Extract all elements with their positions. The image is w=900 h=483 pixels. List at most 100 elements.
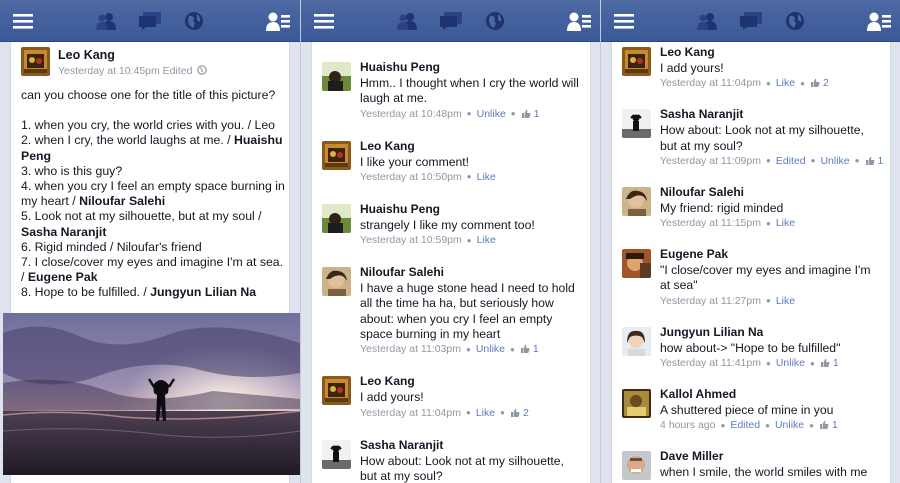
thumbs-up-icon [520, 344, 530, 354]
like-count[interactable]: 1 [820, 357, 839, 369]
commenter-name[interactable]: Leo Kang [660, 45, 715, 59]
separator-dot: ● [800, 78, 805, 88]
like-count[interactable]: 1 [520, 343, 539, 355]
like-count[interactable]: 1 [819, 419, 838, 431]
commenter-avatar[interactable] [322, 267, 351, 296]
like-button[interactable]: Unlike [476, 343, 505, 355]
like-count[interactable]: 2 [510, 407, 529, 419]
commenter-name[interactable]: Jungyun Lilian Na [660, 325, 763, 339]
separator-dot: ● [765, 420, 770, 430]
like-count-value: 1 [831, 419, 838, 432]
commenter-name[interactable]: Dave Miller [660, 449, 723, 463]
notifications-globe-icon[interactable] [481, 0, 509, 42]
commenter-avatar[interactable] [322, 62, 351, 91]
friend-requests-icon[interactable] [393, 0, 421, 42]
commenter-avatar[interactable] [322, 376, 351, 405]
notifications-globe-icon[interactable] [781, 0, 809, 42]
comment-meta: Yesterday at 11:15pm ● Like [660, 217, 795, 229]
post-line: 2. when I cry, the world laughs at me. /… [21, 133, 286, 163]
edited-link[interactable]: Edited [776, 155, 806, 167]
thumbs-up-icon [865, 156, 875, 166]
separator-dot: ● [510, 109, 516, 119]
post-line: 8. Hope to be fulfilled. / Jungyun Lilia… [21, 285, 286, 300]
commenter-avatar[interactable] [622, 327, 651, 356]
commenter-avatar[interactable] [622, 187, 651, 216]
comment-item: Dave Miller when I smile, the world smile… [622, 449, 884, 483]
commenter-name[interactable]: Niloufar Salehi [360, 265, 444, 279]
post-meta-text: Yesterday at 10:45pm Edited [58, 65, 193, 77]
post-line-text: 2. when I cry, the world laughs at me. / [21, 133, 235, 148]
like-button[interactable]: Like [776, 77, 795, 89]
comment-meta: Yesterday at 11:09pm ● Edited ● Unlike ● 1 [660, 155, 883, 167]
friend-list-icon[interactable] [563, 0, 595, 42]
edited-link[interactable]: Edited [730, 419, 760, 431]
commenter-name[interactable]: Niloufar Salehi [660, 185, 744, 199]
commenter-avatar[interactable] [622, 249, 651, 278]
like-count[interactable]: 2 [810, 77, 829, 89]
commenter-name[interactable]: Sasha Naranjit [360, 438, 443, 452]
like-button[interactable]: Like [776, 217, 795, 229]
post-header: Leo Kang Yesterday at 10:45pm Edited [21, 46, 281, 86]
commenter-name[interactable]: Leo Kang [360, 374, 415, 388]
commenter-avatar[interactable] [622, 47, 651, 76]
tagged-name[interactable]: Jungyun Lilian Na [150, 285, 256, 299]
separator-dot: ● [720, 420, 726, 430]
comment-text: My friend: rigid minded [660, 200, 784, 215]
like-count[interactable]: 1 [521, 108, 539, 120]
post-line: 3. who is this guy? [21, 164, 286, 179]
like-button[interactable]: Like [477, 171, 496, 183]
menu-icon[interactable] [309, 0, 339, 42]
post-line: 5. Look not at my silhouette, but at my … [21, 209, 286, 239]
comment-timestamp: Yesterday at 11:03pm [360, 343, 461, 356]
like-button[interactable]: Like [477, 234, 496, 246]
commenter-name[interactable]: Leo Kang [360, 139, 415, 153]
post-line: 4. when you cry I feel an empty space bu… [21, 179, 286, 209]
like-count-value: 1 [877, 154, 884, 167]
commenter-avatar[interactable] [322, 204, 351, 233]
comment-timestamp: Yesterday at 10:59pm [360, 234, 462, 247]
like-button[interactable]: Unlike [477, 108, 506, 120]
menu-icon[interactable] [8, 0, 38, 42]
like-button[interactable]: Like [776, 295, 795, 307]
tagged-name[interactable]: Sasha Naranjit [21, 225, 106, 239]
separator-dot: ● [766, 78, 771, 88]
post-photo[interactable] [3, 313, 300, 475]
like-count[interactable]: 1 [865, 154, 884, 167]
tagged-name[interactable]: Eugene Pak [28, 270, 98, 284]
post-author-name[interactable]: Leo Kang [58, 48, 115, 62]
friend-requests-icon[interactable] [693, 0, 721, 42]
commenter-name[interactable]: Eugene Pak [660, 247, 728, 261]
friend-list-icon[interactable] [863, 0, 895, 42]
separator-dot: ● [810, 358, 815, 368]
messages-icon[interactable] [737, 0, 765, 42]
commenter-avatar[interactable] [622, 389, 651, 418]
notifications-globe-icon[interactable] [180, 0, 208, 42]
messages-icon[interactable] [437, 0, 465, 42]
tagged-name[interactable]: Niloufar Salehi [79, 194, 165, 208]
commenter-avatar[interactable] [622, 451, 651, 480]
comment-item: Sasha Naranjit How about: Look not at my … [622, 107, 884, 169]
post-line-text: can you choose one for the title of this… [21, 88, 276, 102]
like-button[interactable]: Like [476, 407, 495, 419]
friend-requests-icon[interactable] [92, 0, 120, 42]
menu-icon[interactable] [609, 0, 639, 42]
comment-item: Niloufar Salehi My friend: rigid minded Ye… [622, 185, 884, 231]
like-button[interactable]: Unlike [820, 155, 849, 167]
commenter-avatar[interactable] [322, 440, 351, 469]
post-line-text: 6. Rigid minded / Niloufar's friend [21, 239, 202, 254]
comment-item: Kallol Ahmed A shuttered piece of mine in… [622, 387, 884, 433]
comment-text: strangely I like my comment too! [360, 217, 535, 232]
messages-icon[interactable] [136, 0, 164, 42]
friend-list-icon[interactable] [262, 0, 294, 42]
commenter-avatar[interactable] [622, 109, 651, 138]
commenter-name[interactable]: Huaishu Peng [360, 60, 440, 74]
commenter-name[interactable]: Sasha Naranjit [660, 107, 743, 121]
commenter-name[interactable]: Huaishu Peng [360, 202, 440, 216]
like-button[interactable]: Unlike [776, 357, 805, 369]
comment-text: Hmm.. I thought when I cry the world wil… [360, 76, 579, 106]
author-avatar[interactable] [21, 47, 50, 76]
commenter-avatar[interactable] [322, 141, 351, 170]
commenter-name[interactable]: Kallol Ahmed [660, 387, 736, 401]
like-button[interactable]: Unlike [775, 419, 804, 431]
separator-dot: ● [466, 344, 471, 354]
